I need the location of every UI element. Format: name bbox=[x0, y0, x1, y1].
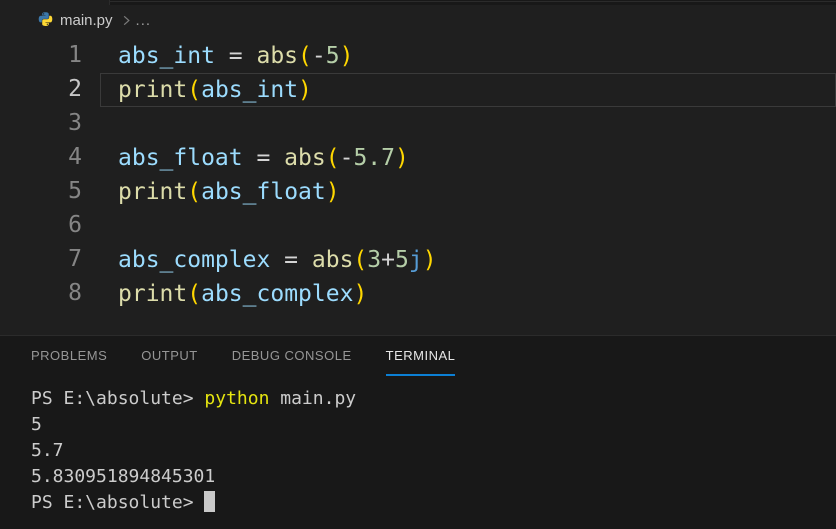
line-number: 8 bbox=[68, 280, 82, 306]
code-line-content[interactable] bbox=[100, 209, 836, 243]
code-token-op: = bbox=[270, 247, 312, 273]
code-token-paren: ( bbox=[187, 77, 202, 103]
line-number: 2 bbox=[68, 76, 82, 102]
code-line[interactable]: 3 bbox=[0, 107, 836, 141]
panel-tab-problems[interactable]: PROBLEMS bbox=[31, 336, 107, 376]
code-token-var: abs_complex bbox=[118, 247, 271, 273]
code-line[interactable]: 6 bbox=[0, 209, 836, 243]
code-token-paren: ) bbox=[298, 77, 312, 103]
terminal-line: 5.7 bbox=[31, 438, 836, 464]
chevron-right-icon bbox=[119, 13, 134, 28]
code-line[interactable]: 1 abs_int = abs(-5) bbox=[0, 39, 836, 73]
code-token-imag: j bbox=[408, 247, 423, 273]
code-token-num: 3 bbox=[367, 247, 382, 273]
breadcrumb: main.py ... bbox=[0, 5, 836, 35]
code-line[interactable]: 8 print(abs_complex) bbox=[0, 277, 836, 311]
code-token-fn: abs bbox=[311, 247, 354, 273]
code-line[interactable]: 5 print(abs_float) bbox=[0, 175, 836, 209]
code-token-op: - bbox=[311, 43, 326, 69]
code-line-content[interactable]: print(abs_complex) bbox=[100, 277, 836, 311]
code-token-var: abs_int bbox=[201, 77, 299, 103]
code-line[interactable]: 2 print(abs_int) bbox=[0, 73, 836, 107]
line-number: 4 bbox=[68, 144, 82, 170]
code-token-paren: ) bbox=[325, 179, 340, 205]
breadcrumb-file-name: main.py bbox=[60, 11, 113, 29]
line-number: 5 bbox=[68, 178, 82, 204]
code-line-content[interactable]: abs_complex = abs(3+5j) bbox=[100, 243, 836, 277]
breadcrumb-file-item[interactable]: main.py bbox=[37, 12, 113, 29]
code-line-content[interactable]: abs_float = abs(-5.7) bbox=[100, 141, 836, 175]
terminal-line: 5.830951894845301 bbox=[31, 464, 836, 490]
code-token-paren: ( bbox=[187, 281, 202, 307]
terminal-text: PS E:\absolute> bbox=[31, 388, 205, 409]
breadcrumb-symbol-ellipsis[interactable]: ... bbox=[136, 12, 152, 29]
bottom-panel: PROBLEMS OUTPUT DEBUG CONSOLE TERMINAL PS E… bbox=[0, 335, 836, 529]
terminal-command-text: python bbox=[204, 388, 270, 409]
code-token-var: abs_float bbox=[201, 179, 326, 205]
code-line-content[interactable]: abs_int = abs(-5) bbox=[100, 39, 836, 73]
panel-tab-output[interactable]: OUTPUT bbox=[141, 336, 197, 376]
code-token-op: = bbox=[214, 43, 257, 69]
code-line-content[interactable]: print(abs_int) bbox=[100, 73, 836, 107]
code-token-paren: ) bbox=[339, 43, 354, 69]
code-token-paren: ( bbox=[187, 179, 202, 205]
code-token-paren: ) bbox=[353, 281, 368, 307]
code-token-paren: ( bbox=[353, 247, 368, 273]
code-token-op: = bbox=[242, 145, 285, 171]
terminal-text: 5.7 bbox=[31, 440, 64, 461]
code-line[interactable]: 4 abs_float = abs(-5.7) bbox=[0, 141, 836, 175]
code-token-num: 5.7 bbox=[353, 145, 395, 171]
terminal-text: 5 bbox=[31, 414, 42, 435]
code-token-op: + bbox=[381, 247, 395, 273]
code-token-paren: ( bbox=[325, 145, 340, 171]
python-icon bbox=[37, 11, 54, 29]
panel-tab-terminal[interactable]: TERMINAL bbox=[385, 336, 456, 376]
code-token-num: 5 bbox=[325, 43, 340, 69]
code-editor[interactable]: 1 abs_int = abs(-5) 2 print(abs_int) 3 4 abs_f… bbox=[0, 35, 836, 335]
tab-bar-border bbox=[110, 1, 836, 2]
terminal-line: PS E:\absolute> python main.py bbox=[31, 386, 836, 412]
code-token-fn: print bbox=[118, 77, 188, 103]
terminal-output[interactable]: PS E:\absolute> python main.py 5 5.7 5.8309… bbox=[0, 376, 836, 516]
terminal-line: PS E:\absolute> bbox=[31, 490, 836, 516]
line-number: 6 bbox=[68, 212, 82, 238]
code-token-paren: ( bbox=[298, 43, 312, 69]
code-token-fn: abs bbox=[284, 145, 326, 171]
line-number: 1 bbox=[68, 42, 82, 68]
terminal-text: PS E:\absolute> bbox=[31, 492, 205, 513]
code-token-var: abs_complex bbox=[201, 281, 354, 307]
code-token-paren: ) bbox=[422, 247, 437, 273]
code-token-var: abs_float bbox=[118, 145, 243, 171]
line-number: 3 bbox=[68, 110, 82, 136]
code-token-fn: print bbox=[118, 281, 188, 307]
code-line-content[interactable]: print(abs_float) bbox=[100, 175, 836, 209]
line-number: 7 bbox=[68, 246, 82, 272]
active-tab-remnant bbox=[0, 0, 110, 5]
code-token-op: - bbox=[339, 145, 354, 171]
terminal-line: 5 bbox=[31, 412, 836, 438]
terminal-cursor bbox=[204, 491, 216, 512]
code-token-fn: abs bbox=[256, 43, 299, 69]
code-token-paren: ) bbox=[394, 145, 409, 171]
code-token-num: 5 bbox=[395, 247, 409, 273]
terminal-text: 5.830951894845301 bbox=[31, 466, 216, 487]
tab-bar-remnant bbox=[0, 0, 836, 5]
code-token-var: abs_int bbox=[118, 43, 215, 69]
code-token-fn: print bbox=[118, 179, 188, 205]
panel-tab-bar: PROBLEMS OUTPUT DEBUG CONSOLE TERMINAL bbox=[0, 336, 836, 376]
panel-tab-debug-console[interactable]: DEBUG CONSOLE bbox=[232, 336, 352, 376]
terminal-text: main.py bbox=[269, 388, 357, 409]
code-line-content[interactable] bbox=[100, 107, 836, 141]
code-line[interactable]: 7 abs_complex = abs(3+5j) bbox=[0, 243, 836, 277]
